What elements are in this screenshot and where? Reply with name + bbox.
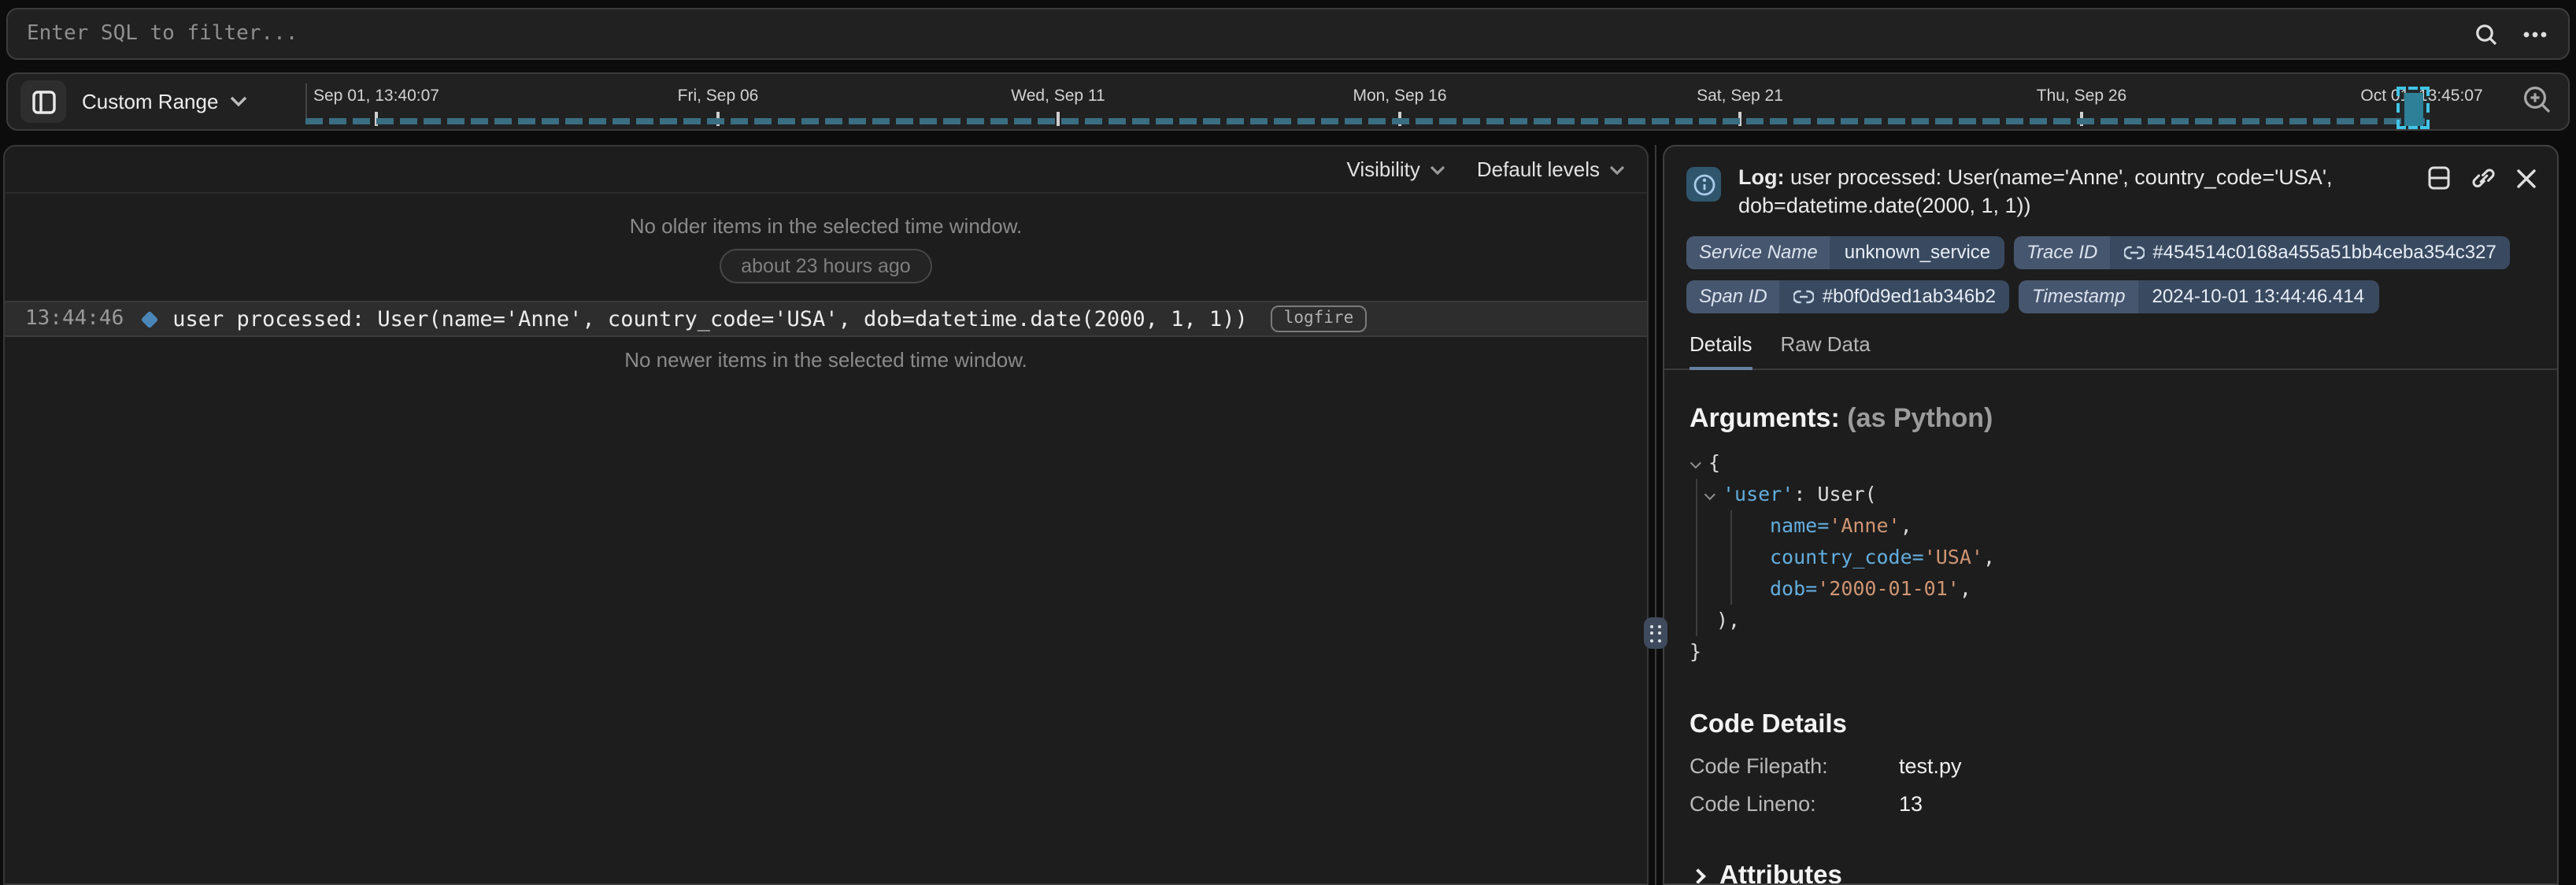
- chevron-right-icon: [1690, 868, 1706, 884]
- code-filepath-value: test.py: [1899, 754, 1962, 778]
- log-level-diamond-icon: [140, 310, 158, 328]
- code-filepath-label: Code Filepath:: [1690, 754, 1899, 778]
- link-icon: [1794, 290, 1815, 304]
- zoom-in-icon[interactable]: [2521, 83, 2554, 117]
- badge-label: Trace ID: [2014, 236, 2110, 269]
- detail-title: Log: user processed: User(name='Anne', c…: [1738, 164, 2376, 220]
- code-line: country_code='USA',: [1770, 542, 2532, 573]
- badge-value: 2024-10-01 13:44:46.414: [2137, 280, 2378, 313]
- badge-value: #b0f0d9ed1ab346b2: [1823, 283, 1996, 310]
- code-lineno-label: Code Lineno:: [1690, 792, 1899, 816]
- no-newer-items-text: No newer items in the selected time wind…: [5, 348, 1647, 372]
- attributes-section-toggle[interactable]: Attributes: [1690, 861, 2532, 885]
- badge-label: Timestamp: [2019, 280, 2138, 313]
- code-line: }: [1690, 636, 2532, 668]
- badge-value: #454514c0168a455a51bb4ceba354c327: [2152, 239, 2496, 266]
- arguments-heading: Arguments: (as Python): [1690, 403, 2532, 435]
- time-range-label: Custom Range: [82, 90, 218, 113]
- log-detail-panel: Log: user processed: User(name='Anne', c…: [1663, 145, 2559, 885]
- default-levels-dropdown[interactable]: Default levels: [1477, 157, 1625, 181]
- arguments-code-tree: { 'user': User( name='Anne', country_cod…: [1690, 447, 2532, 668]
- sidebar-toggle-button[interactable]: [20, 80, 66, 123]
- info-icon: [1686, 167, 1721, 202]
- activity-histogram[interactable]: [305, 117, 2428, 124]
- chevron-down-icon: [1430, 165, 1445, 174]
- code-line: ),: [1716, 605, 2532, 636]
- tick-label: Thu, Sep 26: [2037, 87, 2126, 106]
- chevron-down-icon: [229, 96, 246, 107]
- detail-tabs: Details Raw Data: [1664, 332, 2557, 370]
- code-lineno-row: Code Lineno: 13: [1690, 792, 2532, 816]
- sql-filter-input[interactable]: [27, 22, 2452, 46]
- tick-label: Sat, Sep 21: [1697, 87, 1783, 106]
- tick-label: Sep 01, 13:40:07: [313, 87, 439, 106]
- detail-header: Log: user processed: User(name='Anne', c…: [1664, 146, 2557, 220]
- close-icon[interactable]: [2516, 165, 2537, 191]
- code-line: dob='2000-01-01',: [1770, 573, 2532, 605]
- code-filepath-row: Code Filepath: test.py: [1690, 754, 2532, 778]
- tick-label: Wed, Sep 11: [1011, 87, 1105, 106]
- code-details-heading: Code Details: [1690, 710, 2532, 740]
- timeline-bar: Custom Range Sep 01, 13:40:07 Fri, Sep 0…: [6, 72, 2570, 131]
- panel-splitter-line: [1655, 145, 1656, 885]
- open-in-panel-icon[interactable]: [2426, 165, 2452, 191]
- visibility-dropdown[interactable]: Visibility: [1346, 157, 1445, 181]
- arguments-heading-mode: (as Python): [1840, 403, 1993, 433]
- collapse-chevron-icon[interactable]: [1704, 489, 1715, 500]
- tick-label: Mon, Sep 16: [1353, 87, 1446, 106]
- badge-label: Service Name: [1686, 236, 1830, 269]
- span-id-badge[interactable]: Span ID #b0f0d9ed1ab346b2: [1686, 280, 2010, 313]
- badge-value: unknown_service: [1830, 236, 2004, 269]
- search-icon[interactable]: [2474, 21, 2499, 46]
- panel-splitter-handle[interactable]: [1644, 617, 1667, 649]
- link-icon: [2124, 246, 2145, 260]
- attributes-label: Attributes: [1719, 861, 1842, 885]
- detail-title-prefix: Log:: [1738, 165, 1785, 189]
- log-message: user processed: User(name='Anne', countr…: [172, 306, 1247, 331]
- default-levels-label: Default levels: [1477, 157, 1600, 181]
- code-lineno-value: 13: [1899, 792, 1923, 816]
- metadata-badges: Service Name unknown_service Trace ID #4…: [1664, 220, 2557, 313]
- log-time: 13:44:46: [25, 307, 124, 331]
- tab-details[interactable]: Details: [1690, 332, 1752, 370]
- detail-title-text: user processed: User(name='Anne', countr…: [1738, 165, 2333, 217]
- code-line: name='Anne',: [1770, 510, 2532, 542]
- time-ago-badge[interactable]: about 23 hours ago: [719, 249, 932, 283]
- service-name-badge: Service Name unknown_service: [1686, 236, 2004, 269]
- code-line: {: [1690, 447, 2532, 479]
- log-list-header: Visibility Default levels: [5, 146, 1647, 194]
- visibility-label: Visibility: [1346, 157, 1419, 181]
- more-options-icon[interactable]: [2521, 21, 2549, 46]
- collapse-chevron-icon[interactable]: [1690, 457, 1701, 468]
- code-line: 'user': User(: [1704, 479, 2532, 510]
- chevron-down-icon: [1609, 165, 1625, 174]
- badge-label: Span ID: [1686, 280, 1780, 313]
- log-list-panel: Visibility Default levels No older items…: [3, 145, 1649, 885]
- timeline-divider: [305, 83, 307, 120]
- log-tag-badge: logfire: [1271, 305, 1367, 332]
- drag-dots-icon: [1651, 624, 1661, 642]
- sql-filter-bar: [6, 8, 2570, 60]
- time-range-selector[interactable]: Custom Range: [82, 90, 246, 113]
- timestamp-badge: Timestamp 2024-10-01 13:44:46.414: [2019, 280, 2378, 313]
- log-entry-row[interactable]: 13:44:46 user processed: User(name='Anne…: [5, 301, 1647, 337]
- arguments-heading-main: Arguments:: [1690, 403, 1840, 433]
- copy-link-icon[interactable]: [2472, 165, 2496, 191]
- no-older-items-text: No older items in the selected time wind…: [5, 214, 1647, 238]
- timeline-selection[interactable]: [2396, 87, 2430, 129]
- logfire-app: Custom Range Sep 01, 13:40:07 Fri, Sep 0…: [0, 0, 2576, 885]
- tick-label: Fri, Sep 06: [678, 87, 759, 106]
- tab-raw-data[interactable]: Raw Data: [1781, 332, 1871, 370]
- trace-id-badge[interactable]: Trace ID #454514c0168a455a51bb4ceba354c3…: [2014, 236, 2511, 269]
